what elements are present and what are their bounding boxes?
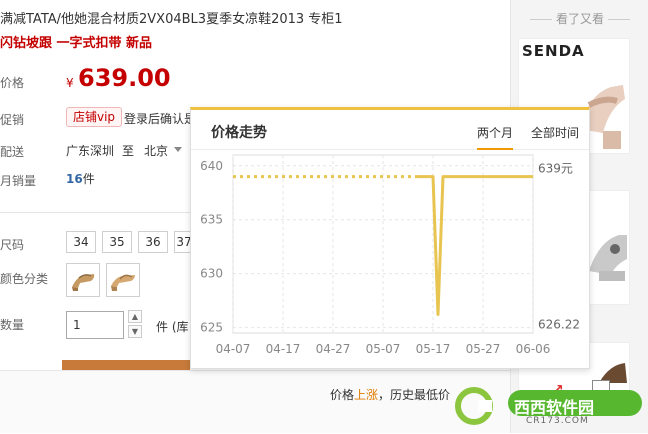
shipping-label: 配送 xyxy=(0,145,25,159)
x-tick-label: 06-06 xyxy=(516,342,551,356)
quantity-increase-button[interactable]: ▲ xyxy=(128,310,142,323)
x-tick-label: 05-27 xyxy=(466,342,501,356)
product-title: 满减TATA/他她混合材质2VX04BL3夏季女凉鞋2013 专柜1 xyxy=(0,12,343,27)
color-swatch[interactable] xyxy=(66,263,100,297)
sales-unit: 件 xyxy=(82,172,95,186)
x-tick-label: 05-17 xyxy=(416,342,451,356)
watermark: 西西软件园 CR173.COM xyxy=(452,382,648,434)
quantity-decrease-button[interactable]: ▼ xyxy=(128,325,142,338)
history-suffix: ，历史最低价 xyxy=(378,388,451,402)
y-tick-label: 640 xyxy=(200,159,223,173)
sidebar-title: 看了又看 xyxy=(520,10,640,27)
popup-title: 价格走势 xyxy=(211,125,267,141)
quantity-input[interactable]: 1 xyxy=(66,311,124,339)
sales-label: 月销量 xyxy=(0,174,37,188)
price-label: 价格 xyxy=(0,76,25,90)
size-label: 尺码 xyxy=(0,238,25,252)
watermark-text: 西西软件园 xyxy=(514,398,595,417)
shop-vip-badge[interactable]: 店铺vip xyxy=(66,107,123,127)
y-tick-label: 630 xyxy=(200,267,223,281)
sales-count: 16 xyxy=(66,172,83,186)
price-history-summary: 价格上涨，历史最低价 xyxy=(330,386,450,403)
product-subtitle: 闪钻坡跟 一字式扣带 新品 xyxy=(0,36,153,51)
x-tick-label: 05-07 xyxy=(366,342,401,356)
size-option[interactable]: 36 xyxy=(138,231,168,253)
quantity-label: 数量 xyxy=(0,318,25,332)
chevron-down-icon[interactable] xyxy=(174,147,182,152)
promo-label: 促销 xyxy=(0,113,25,127)
max-price-label: 639元 xyxy=(538,162,573,176)
login-hint[interactable]: 登录后确认是 xyxy=(124,110,196,127)
currency-symbol: ¥ xyxy=(66,76,74,90)
ship-from: 广东深圳 xyxy=(66,144,115,158)
price-trend-popup: 价格走势 两个月 全部时间 04-07 04-17 04-27 05-07 05-17 0… xyxy=(190,107,590,369)
quantity-unit: 件 (库 xyxy=(156,320,189,334)
sidebar-title-text: 看了又看 xyxy=(555,12,604,26)
watermark-sub: CR173.COM xyxy=(526,416,589,426)
popup-header: 价格走势 两个月 全部时间 xyxy=(191,110,589,150)
history-prefix: 价格 xyxy=(330,388,355,402)
min-price-label: 626.22 xyxy=(538,317,580,331)
x-tick-label: 04-27 xyxy=(316,342,351,356)
monthly-sales: 16件 xyxy=(66,170,95,187)
history-trend[interactable]: 上涨 xyxy=(354,388,378,402)
sandal-thumbnail-icon xyxy=(111,274,135,291)
tab-two-months[interactable]: 两个月 xyxy=(477,124,514,150)
ship-to-select[interactable]: 北京 xyxy=(144,142,168,159)
color-label: 颜色分类 xyxy=(0,272,49,286)
brand-logo: SENDA xyxy=(522,42,585,60)
buy-button-edge[interactable] xyxy=(62,360,190,370)
product-price: 639.00 xyxy=(78,64,171,92)
x-tick-label: 04-17 xyxy=(266,342,301,356)
sandal-thumbnail-icon xyxy=(72,274,95,291)
color-swatch[interactable] xyxy=(106,263,140,297)
x-tick-label: 04-07 xyxy=(216,342,251,356)
ship-to-word: 至 xyxy=(122,144,135,158)
y-tick-label: 635 xyxy=(200,213,223,227)
tab-all-time[interactable]: 全部时间 xyxy=(531,124,579,141)
size-option[interactable]: 34 xyxy=(66,231,96,253)
size-option[interactable]: 35 xyxy=(102,231,132,253)
y-tick-label: 625 xyxy=(200,321,223,335)
price-trend-chart: 04-07 04-17 04-27 05-07 05-17 05-27 06-06 625 63… xyxy=(200,154,580,356)
